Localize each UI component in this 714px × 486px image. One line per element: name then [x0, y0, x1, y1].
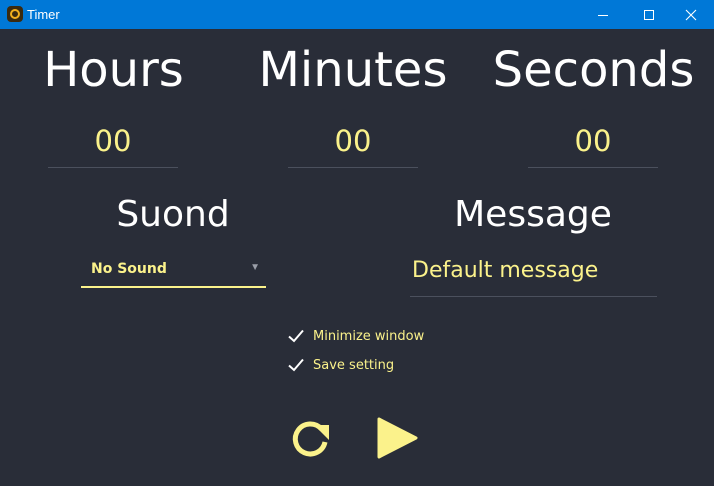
minutes-input[interactable]: 00	[288, 118, 418, 168]
refresh-icon	[292, 421, 329, 457]
hours-input[interactable]: 00	[48, 118, 178, 168]
minimize-window-option[interactable]: Minimize window	[287, 326, 424, 346]
window-title: Timer	[27, 7, 60, 22]
save-setting-option[interactable]: Save setting	[287, 355, 394, 375]
reset-button[interactable]	[288, 415, 334, 461]
minutes-heading: Minutes	[258, 42, 448, 98]
message-input[interactable]: Default message	[410, 252, 657, 297]
checkmark-icon[interactable]	[287, 327, 305, 345]
seconds-heading: Seconds	[492, 42, 695, 98]
sound-selected-value: No Sound	[91, 261, 167, 277]
minimize-window-label: Minimize window	[313, 328, 425, 344]
checkmark-icon[interactable]	[287, 356, 305, 374]
message-value: Default message	[412, 258, 599, 283]
close-button[interactable]	[668, 0, 714, 29]
message-heading: Message	[454, 194, 612, 235]
timer-app-icon	[7, 6, 23, 22]
hours-heading: Hours	[43, 42, 184, 98]
title-bar: Timer	[0, 0, 714, 29]
maximize-icon	[644, 9, 654, 20]
play-icon	[377, 417, 418, 459]
seconds-input[interactable]: 00	[528, 118, 658, 168]
sound-select[interactable]: No Sound ▼	[81, 254, 266, 288]
minimize-icon	[598, 14, 608, 16]
close-icon	[685, 9, 697, 20]
maximize-button[interactable]	[626, 0, 672, 29]
save-setting-label: Save setting	[313, 357, 395, 373]
chevron-down-icon: ▼	[250, 262, 260, 273]
sound-heading: Suond	[116, 194, 230, 235]
minimize-button[interactable]	[580, 0, 626, 29]
start-button[interactable]	[374, 415, 420, 461]
